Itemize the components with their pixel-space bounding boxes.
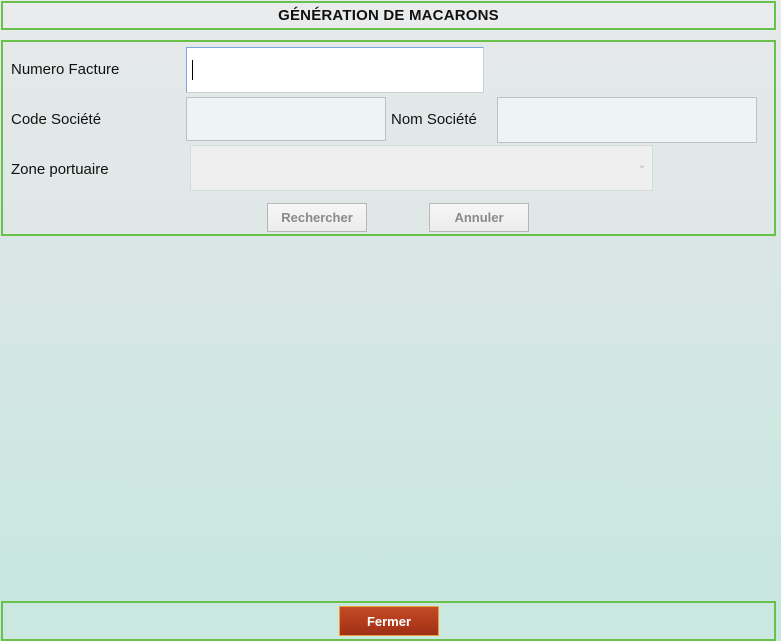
zone-portuaire-label: Zone portuaire [11,161,109,178]
zone-portuaire-select[interactable]: ⌄ [190,145,653,191]
chevron-down-icon: ⌄ [637,160,646,171]
rechercher-button[interactable]: Rechercher [267,203,367,232]
numero-facture-label: Numero Facture [11,61,120,78]
window-title-bar: GÉNÉRATION DE MACARONS [1,1,776,30]
text-caret [192,60,193,80]
nom-societe-input[interactable] [497,97,757,143]
footer-bar: Fermer [1,601,776,641]
fermer-button[interactable]: Fermer [339,606,439,636]
code-societe-label: Code Société [11,111,102,128]
code-societe-input[interactable] [186,97,386,141]
nom-societe-label: Nom Société [391,111,477,128]
annuler-button[interactable]: Annuler [429,203,529,232]
page-title: GÉNÉRATION DE MACARONS [278,7,499,24]
numero-facture-input[interactable] [186,47,484,93]
search-form-panel: Numero Facture Code Société Nom Société … [1,40,776,236]
